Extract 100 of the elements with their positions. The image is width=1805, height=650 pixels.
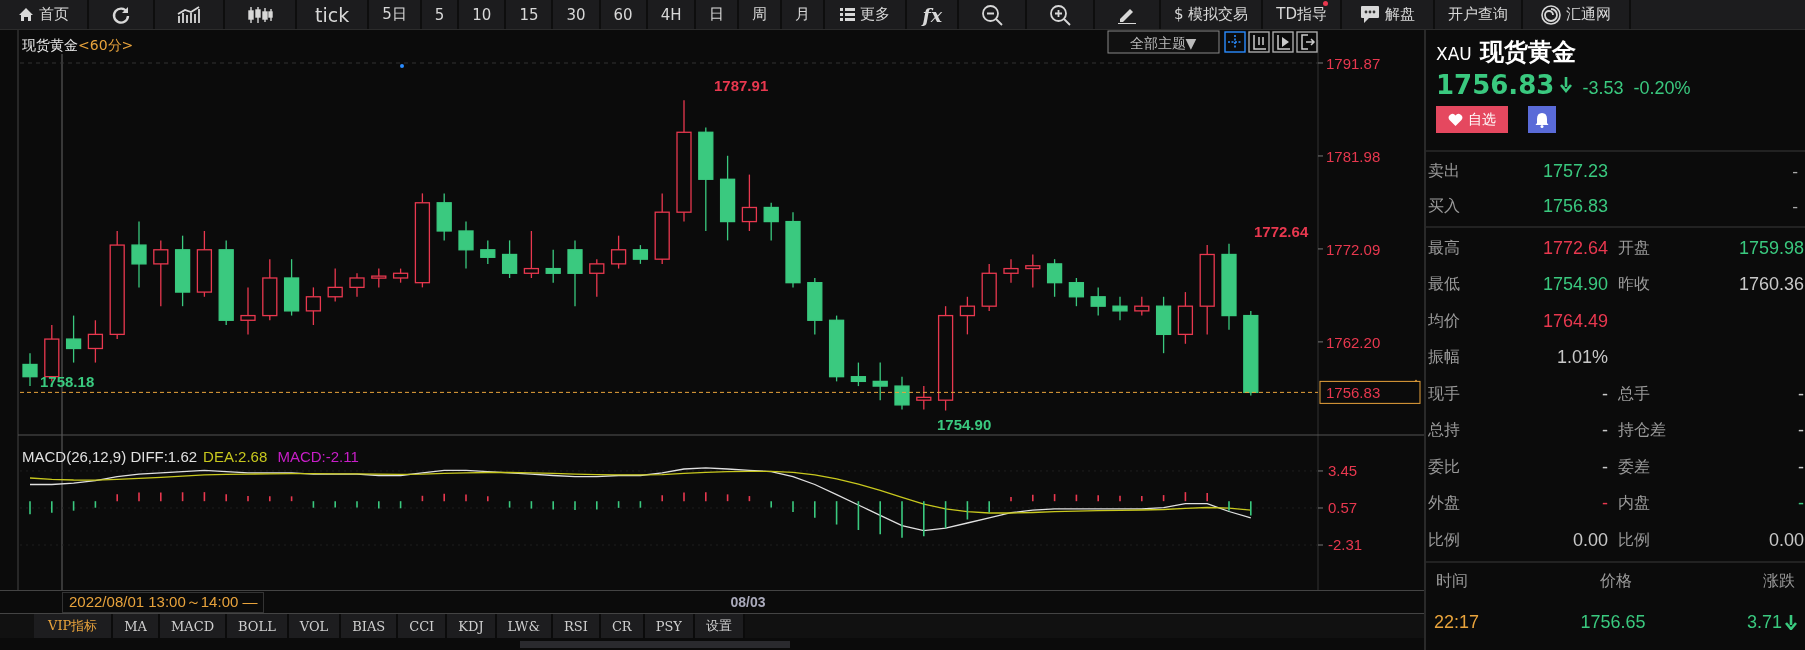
heart-icon <box>1448 113 1463 126</box>
stat-label: 总手 <box>1618 383 1651 405</box>
favorite-button[interactable]: 自选 <box>1436 106 1508 133</box>
bell-icon <box>1535 111 1549 128</box>
low-price-label: 1754.90 <box>937 416 992 433</box>
indicator-tab[interactable]: BOLL <box>227 614 289 638</box>
symbol-code: XAU <box>1436 44 1472 64</box>
y-axis-label: 1781.98 <box>1326 147 1381 165</box>
scrollbar-thumb[interactable] <box>520 641 790 648</box>
candlestick <box>850 361 867 387</box>
play-step-icon[interactable] <box>1272 31 1294 53</box>
exit-icon[interactable] <box>1296 31 1318 53</box>
quote-price: 1756.83 <box>1541 196 1608 217</box>
last-price: 1756.83 <box>1436 70 1555 100</box>
stat-value: 1764.49 <box>1541 310 1608 332</box>
down-arrow-icon <box>1785 614 1797 630</box>
candlestick <box>1177 291 1194 345</box>
stat-label: 最高 <box>1428 237 1461 259</box>
alert-button[interactable] <box>1528 106 1556 133</box>
stat-label: 振幅 <box>1428 347 1461 369</box>
quote-label: 买入 <box>1428 196 1461 217</box>
y-axis-label: -2.31 <box>1328 536 1363 553</box>
candlestick <box>872 361 888 401</box>
candlestick <box>589 258 605 298</box>
indicator-tab[interactable]: BIAS <box>341 614 399 638</box>
candlestick <box>1090 286 1106 317</box>
stat-label: 比例 <box>1428 529 1461 551</box>
theme-dropdown[interactable]: 全部主题▼ <box>1107 30 1220 54</box>
indicator-tab[interactable]: CR <box>600 614 645 638</box>
stat-label: 持仓差 <box>1618 420 1667 442</box>
stat-label: 开盘 <box>1618 237 1651 259</box>
indicator-tab[interactable]: MA <box>113 614 160 638</box>
y-axis-label: 0.57 <box>1328 499 1358 516</box>
stat-value: - <box>1601 493 1608 515</box>
indicator-tab[interactable]: CCI <box>398 614 448 638</box>
quote-price: 1757.23 <box>1541 161 1608 182</box>
candlestick <box>371 267 387 289</box>
stat-value: - <box>1601 383 1608 405</box>
candlestick <box>741 173 758 232</box>
trade-time: 22:17 <box>1434 611 1480 633</box>
indicator-tab[interactable]: MACD <box>160 614 228 638</box>
zoom-in-icon <box>1049 3 1071 26</box>
candlestick <box>828 314 845 383</box>
cursor-time-label: 2022/08/01 13:00～14:00 — <box>62 591 265 613</box>
candlestick <box>1025 253 1041 289</box>
stat-value: 0.00 <box>1571 529 1608 551</box>
instrument-name: 现货黄金 <box>1479 36 1576 68</box>
quote-volume: - <box>1791 162 1798 181</box>
stat-value: - <box>1797 420 1804 442</box>
stat-label: 委比 <box>1428 456 1461 478</box>
column-header: 时间 <box>1436 570 1468 592</box>
indicator-tab[interactable]: VOL <box>288 614 342 638</box>
candlestick <box>327 267 343 303</box>
stat-value: 1760.36 <box>1737 274 1804 296</box>
stat-label: 最低 <box>1428 274 1461 296</box>
y-axis-label: 1762.20 <box>1326 333 1381 351</box>
indicator-tab[interactable]: 设置 <box>694 614 745 638</box>
indicator-tab[interactable]: LW& <box>496 614 554 638</box>
refresh-icon <box>111 4 131 25</box>
candlestick <box>545 249 561 284</box>
high-price-label: 1772.64 <box>1254 223 1309 240</box>
candlestick <box>501 239 518 279</box>
candlestick <box>458 220 474 270</box>
stat-value: - <box>1797 456 1804 478</box>
candlestick <box>523 230 540 279</box>
stat-value: 1772.64 <box>1541 237 1608 259</box>
notification-dot <box>1323 1 1329 6</box>
high-price-label: 1787.91 <box>714 77 769 94</box>
macd-title: MACD(26,12,9) <box>22 448 127 465</box>
stat-label: 外盘 <box>1428 493 1461 515</box>
zoom-out-icon <box>981 3 1003 26</box>
candlestick <box>65 314 82 364</box>
trade-change: 3.71 <box>1746 611 1782 633</box>
y-axis-label: 1772.09 <box>1326 240 1381 258</box>
indicator-tab[interactable]: RSI <box>553 614 601 638</box>
fit-range-icon[interactable] <box>1248 31 1270 53</box>
candlestick <box>610 235 627 270</box>
chart-title: 现货黄金<60分> <box>22 37 134 53</box>
indicator-tab[interactable]: VIP指标 <box>34 614 114 638</box>
stat-label: 现手 <box>1428 383 1461 405</box>
crosshair-icon[interactable] <box>1224 31 1246 53</box>
candlestick <box>1155 296 1172 354</box>
marker-dot <box>400 64 404 68</box>
candlestick <box>22 352 38 387</box>
indicator-tab[interactable]: KDJ <box>447 614 497 638</box>
candlestick <box>262 258 278 321</box>
chat-icon <box>1360 5 1381 24</box>
candlestick <box>1112 296 1128 321</box>
candlestick <box>916 385 932 411</box>
stat-label: 总持 <box>1428 420 1461 442</box>
home-icon <box>18 7 34 22</box>
y-axis-label: 1791.87 <box>1326 55 1381 72</box>
percent-change: -0.20% <box>1633 77 1691 99</box>
stat-value: - <box>1797 383 1804 405</box>
stat-label: 昨收 <box>1618 274 1651 296</box>
indicator-value: MACD:-2.11 <box>277 448 359 465</box>
indicator-tab[interactable]: PSY <box>644 614 695 638</box>
indicator-value: DEA:2.68 <box>203 448 268 465</box>
swirl-logo-icon <box>1541 4 1562 25</box>
stat-value: 0.00 <box>1767 529 1804 551</box>
